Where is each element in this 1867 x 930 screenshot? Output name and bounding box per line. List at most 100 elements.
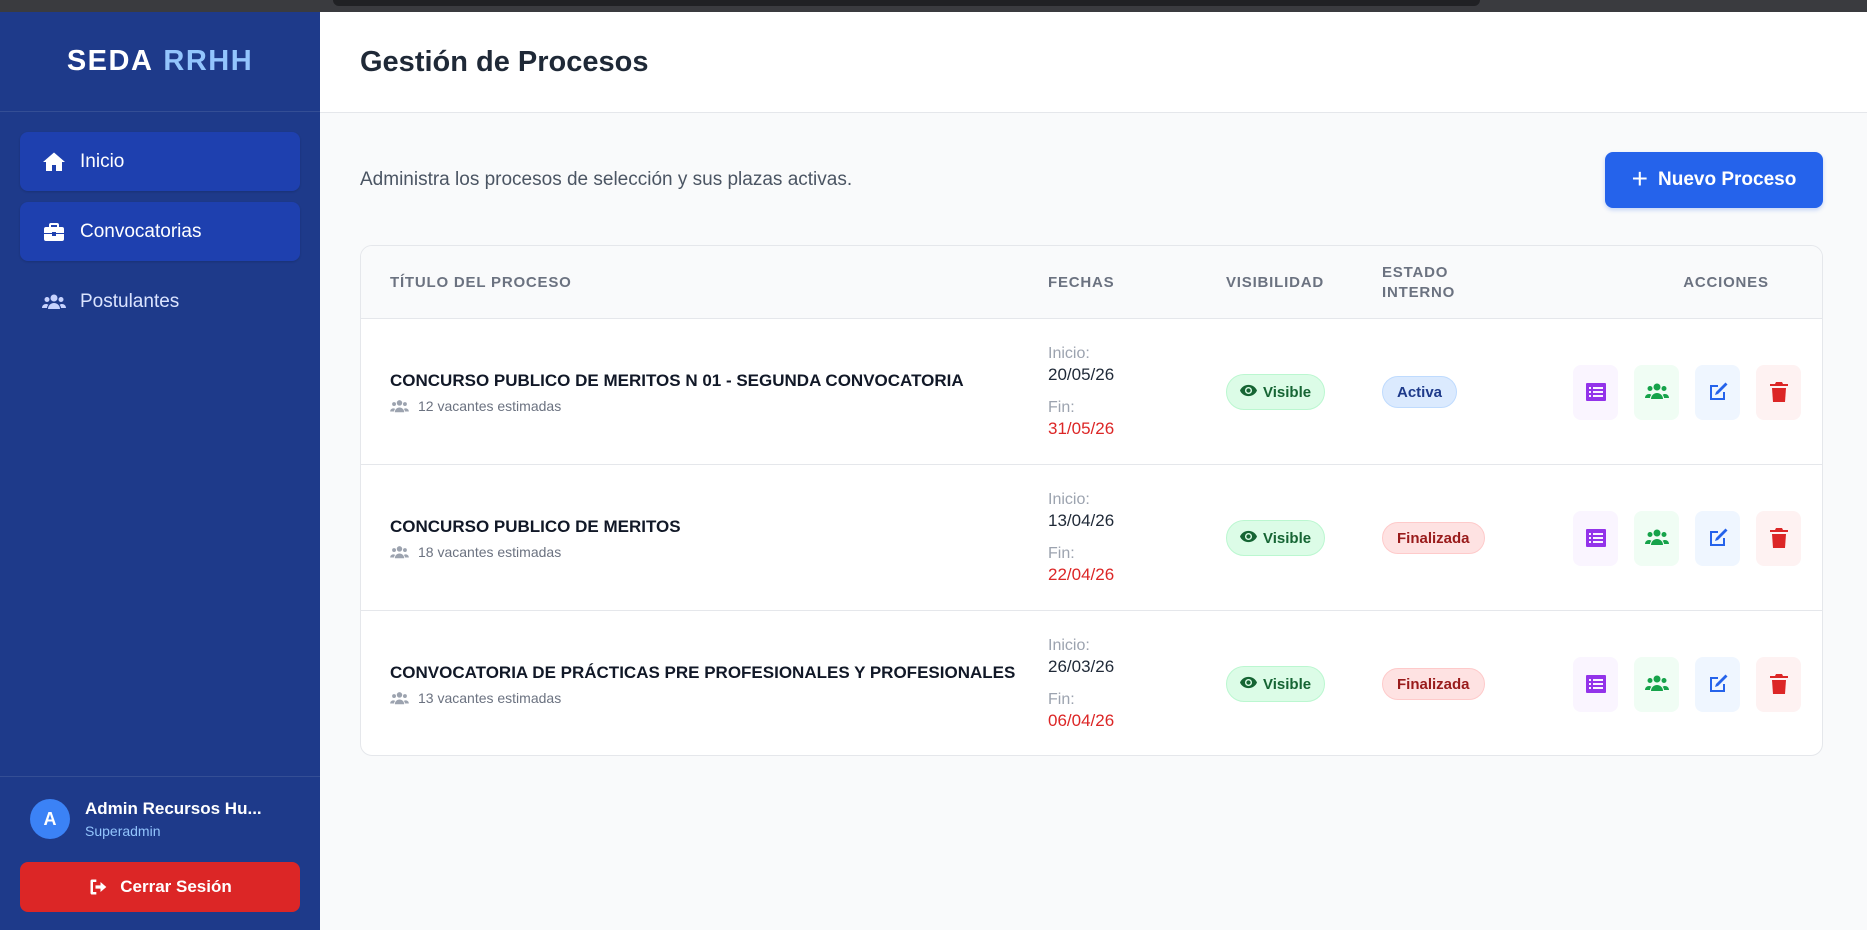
vacancies-label: 18 vacantes estimadas [418,543,562,560]
briefcase-icon [42,220,66,244]
sidebar: SEDA RRHH Inicio Convocatorias Postulant… [0,12,320,930]
status-badge: Finalizada [1382,668,1485,700]
new-process-button[interactable]: + Nuevo Proceso [1605,152,1823,208]
trash-icon [1769,382,1788,402]
table-header: Título del Proceso Fechas Visibilidad Es… [361,246,1822,319]
users-icon [1644,675,1669,691]
logout-button[interactable]: Cerrar Sesión [20,862,300,912]
sidebar-nav: Inicio Convocatorias Postulantes [0,112,320,331]
users-icon [390,399,409,412]
brand-logo: SEDA RRHH [0,12,320,112]
eye-icon [1240,676,1257,688]
table-row: CONCURSO PUBLICO DE MERITOS 18 vacantes … [361,465,1822,611]
users-icon [1644,383,1669,399]
process-title: CONCURSO PUBLICO DE MERITOS N 01 - SEGUN… [390,370,964,390]
logout-label: Cerrar Sesión [120,877,232,896]
vacancies-label: 12 vacantes estimadas [418,397,562,414]
status-badge: Activa [1382,376,1458,408]
status-badge: Finalizada [1382,522,1485,554]
end-label: Fin: [1048,399,1075,416]
edit-button[interactable] [1695,364,1740,420]
applicants-button[interactable] [1634,510,1679,566]
start-date: 20/05/26 [1048,365,1115,384]
browser-top-strip [0,0,1867,12]
list-icon [1585,529,1606,547]
sidebar-item-convocatorias[interactable]: Convocatorias [20,202,300,261]
users-icon [390,691,409,704]
edit-icon [1709,528,1727,546]
end-date: 22/04/26 [1048,565,1115,584]
list-button[interactable] [1573,656,1618,712]
vacancies: 13 vacantes estimadas [390,690,1015,706]
end-label: Fin: [1048,545,1075,562]
page-subtitle: Administra los procesos de selección y s… [360,169,853,190]
sidebar-item-label: Postulantes [80,290,180,312]
toolbar: Administra los procesos de selección y s… [360,152,1823,208]
sidebar-item-postulantes[interactable]: Postulantes [20,272,300,331]
sidebar-item-label: Convocatorias [80,220,202,242]
start-date: 13/04/26 [1048,511,1115,530]
table-row: CONVOCATORIA DE PRÁCTICAS PRE PROFESIONA… [361,611,1822,755]
user-name: Admin Recursos Hu... [85,799,262,818]
page-header: Gestión de Procesos [320,12,1867,113]
column-header-state: Estado Interno [1382,263,1456,301]
brand-name: SEDA [66,45,154,77]
vacancies: 12 vacantes estimadas [390,398,964,414]
main-content: Gestión de Procesos Administra los proce… [320,12,1867,930]
brand-suffix: RRHH [163,45,254,77]
edit-icon [1709,674,1727,692]
sign-out-icon [90,879,107,895]
list-icon [1585,383,1606,401]
users-icon [42,290,66,314]
start-date: 26/03/26 [1048,657,1115,676]
end-date: 06/04/26 [1048,711,1115,730]
visibility-label: Visible [1263,675,1312,693]
column-header-actions: Acciones [1683,273,1769,291]
start-label: Inicio: [1048,345,1090,362]
row-actions [1573,319,1801,465]
process-title: CONCURSO PUBLICO DE MERITOS [390,516,681,536]
sidebar-item-inicio[interactable]: Inicio [20,132,300,191]
trash-icon [1769,674,1788,694]
end-label: Fin: [1048,691,1075,708]
user-role: Superadmin [85,823,161,839]
users-icon [1644,529,1669,545]
sidebar-item-label: Inicio [80,150,125,172]
end-date: 31/05/26 [1048,419,1115,438]
start-label: Inicio: [1048,637,1090,654]
table-row: CONCURSO PUBLICO DE MERITOS N 01 - SEGUN… [361,319,1822,465]
edit-button[interactable] [1695,510,1740,566]
dates: Inicio: 20/05/26 Fin: 31/05/26 [1048,319,1114,465]
row-actions [1573,465,1801,611]
new-process-label: Nuevo Proceso [1658,169,1797,190]
edit-icon [1709,382,1727,400]
user-info: A Admin Recursos Hu... Superadmin [30,799,262,839]
visibility-label: Visible [1263,383,1312,401]
eye-icon [1240,384,1257,396]
plus-icon: + [1631,162,1649,194]
column-header-title: Título del Proceso [390,273,572,291]
list-button[interactable] [1573,510,1618,566]
trash-icon [1769,528,1788,548]
applicants-button[interactable] [1634,364,1679,420]
delete-button[interactable] [1756,364,1801,420]
row-actions [1573,611,1801,755]
avatar: A [30,799,70,839]
user-panel: A Admin Recursos Hu... Superadmin Cerrar… [0,776,320,930]
column-header-dates: Fechas [1048,273,1115,291]
visibility-badge: Visible [1226,666,1326,702]
users-icon [390,545,409,558]
delete-button[interactable] [1756,510,1801,566]
process-title: CONVOCATORIA DE PRÁCTICAS PRE PROFESIONA… [390,662,1016,682]
delete-button[interactable] [1756,656,1801,712]
list-icon [1585,675,1606,693]
edit-button[interactable] [1695,656,1740,712]
visibility-label: Visible [1263,529,1312,547]
applicants-button[interactable] [1634,656,1679,712]
process-table: Título del Proceso Fechas Visibilidad Es… [360,245,1823,756]
list-button[interactable] [1573,364,1618,420]
visibility-badge: Visible [1226,374,1326,410]
column-header-visibility: Visibilidad [1226,273,1324,291]
eye-icon [1240,530,1257,542]
vacancies-label: 13 vacantes estimadas [418,689,562,706]
